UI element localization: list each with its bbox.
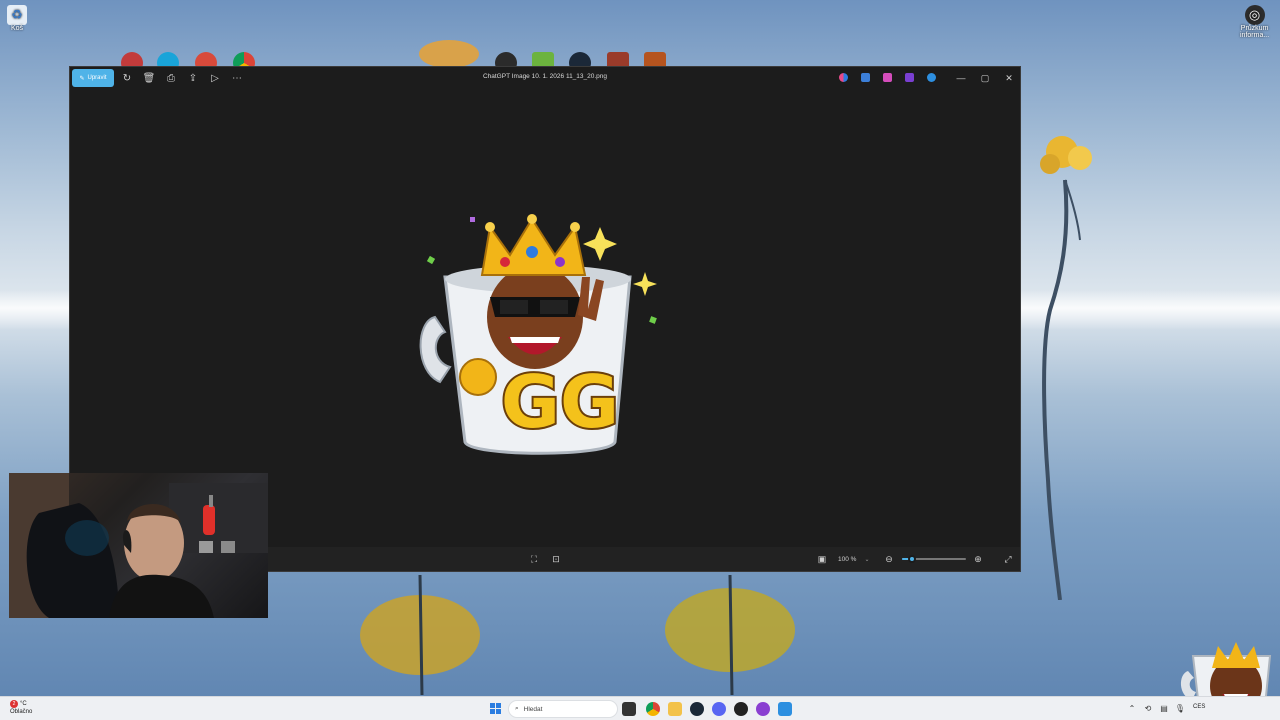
zoom-slider-thumb[interactable]	[907, 555, 916, 563]
print-icon[interactable]: ⎙	[164, 71, 178, 85]
start-button[interactable]	[490, 703, 502, 715]
discord-icon[interactable]	[712, 702, 726, 716]
file-explorer-icon[interactable]	[668, 702, 682, 716]
weather-badge: 2	[10, 700, 18, 708]
rotate-icon[interactable]: ↻	[120, 71, 134, 85]
gg-caption: GG	[501, 360, 619, 444]
weather-temp: °C	[20, 701, 27, 707]
zoom-value-label: 100 %	[838, 555, 857, 563]
info-shortcut-label-2: informa...	[1240, 32, 1270, 39]
zoom-in-icon[interactable]: ⊕	[972, 553, 984, 565]
tray-language: CES	[1193, 704, 1206, 710]
fit-to-window-icon[interactable]: ⛶	[528, 553, 540, 565]
weather-widget[interactable]: 2 °C Oblačno	[10, 700, 32, 716]
steam-taskbar-icon[interactable]	[690, 702, 704, 716]
share-icon[interactable]: ⇪	[186, 71, 200, 85]
edit-label: Upravit	[87, 75, 107, 81]
task-view-icon[interactable]	[622, 702, 636, 716]
chrome-taskbar-icon[interactable]	[646, 702, 660, 716]
designer-icon[interactable]	[861, 73, 870, 82]
maximize-icon[interactable]: ▢	[978, 71, 992, 85]
app-extension-icon[interactable]	[905, 73, 914, 82]
webcam-overlay	[9, 473, 268, 618]
recycle-bin-icon: ♻	[7, 5, 27, 25]
edit-button[interactable]: ✎ Upravit	[72, 69, 114, 87]
zoom-slider[interactable]	[902, 555, 966, 563]
webcam-feed	[9, 473, 268, 618]
crop-icon[interactable]: ⊡	[550, 553, 562, 565]
delete-icon[interactable]: 🗑	[142, 71, 156, 85]
app-taskbar-icon[interactable]	[756, 702, 770, 716]
gg-mug-image: GG	[419, 214, 657, 455]
close-icon[interactable]: ✕	[1002, 71, 1016, 85]
onedrive-icon[interactable]	[927, 73, 936, 82]
search-placeholder: Hledat	[523, 705, 543, 713]
minimize-icon[interactable]: —	[954, 71, 968, 85]
window-title: ChatGPT Image 10. 1. 2026 11_13_20.png	[482, 73, 608, 80]
recycle-bin-shortcut[interactable]: ♻ Koš	[7, 5, 27, 32]
microphone-icon[interactable]: 🎙	[1175, 703, 1185, 713]
chevron-up-icon[interactable]: ⌃	[1127, 703, 1137, 713]
obs-taskbar-icon[interactable]	[734, 702, 748, 716]
weather-condition: Oblačno	[10, 709, 33, 715]
wallpaper-tree-top	[419, 40, 479, 66]
taskbar: 2 °C Oblačno ⌕ Hledat ⌃ ⟲ ▤ 🎙 CES	[0, 696, 1280, 720]
recycle-bin-label: Koš	[10, 25, 24, 32]
circle-info-icon: ◎	[1244, 5, 1265, 25]
slideshow-icon[interactable]: ▷	[208, 71, 222, 85]
copilot-icon[interactable]	[839, 73, 848, 82]
info-shortcut[interactable]: ◎ Průzkum informa...	[1240, 5, 1269, 39]
info-shortcut-label-1: Průzkum	[1240, 25, 1269, 32]
actual-size-icon[interactable]: ▣	[816, 553, 828, 565]
edit-icon: ✎	[79, 75, 85, 82]
title-bar: ✎ Upravit ↻ 🗑 ⎙ ⇪ ▷ ⋯ ChatGPT Image 10. …	[70, 67, 1020, 89]
zoom-out-icon[interactable]: ⊖	[883, 553, 895, 565]
more-options-icon[interactable]: ⋯	[230, 71, 244, 85]
network-icon[interactable]: ⟲	[1143, 703, 1153, 713]
windows-logo-icon	[490, 703, 495, 708]
chevron-down-icon: ⌄	[864, 556, 870, 563]
clipchamp-icon[interactable]	[883, 73, 892, 82]
taskbar-search[interactable]: ⌕ Hledat	[508, 700, 618, 718]
fullscreen-icon[interactable]: ⤢	[1002, 553, 1014, 565]
wifi-icon[interactable]: ▤	[1159, 703, 1169, 713]
wallpaper-tree	[1040, 136, 1092, 600]
wallpaper-tree-reflection	[360, 575, 795, 695]
zoom-dropdown[interactable]: 100 % ⌄	[834, 552, 874, 566]
photos-taskbar-icon[interactable]	[778, 702, 792, 716]
search-icon: ⌕	[515, 705, 519, 712]
